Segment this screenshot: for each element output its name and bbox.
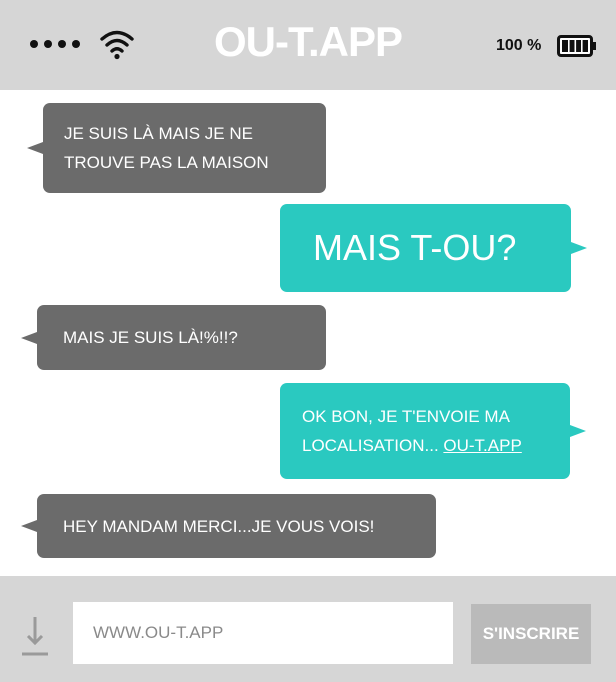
message-text: MAIS T-OU? (313, 227, 517, 268)
chat-area: JE SUIS LÀ MAIS JE NE TROUVE PAS LA MAIS… (0, 90, 616, 576)
message-text: OK BON, JE T'ENVOIE MA LOCALISATION... O… (302, 402, 522, 460)
signup-button[interactable]: S'INSCRIRE (471, 604, 591, 664)
battery-icon (557, 35, 596, 57)
url-input[interactable] (73, 602, 453, 664)
app-link[interactable]: OU-T.APP (443, 436, 521, 455)
message-bubble-sent: MAIS T-OU? (280, 204, 587, 292)
message-bubble-received: HEY MANDAM MERCI...JE VOUS VOIS! (21, 494, 436, 558)
message-text: JE SUIS LÀ MAIS JE NE TROUVE PAS LA MAIS… (64, 124, 269, 172)
status-bar: OU-T.APP 100 % (0, 0, 616, 90)
message-bubble-sent: OK BON, JE T'ENVOIE MA LOCALISATION... O… (280, 383, 586, 479)
download-icon[interactable] (20, 615, 50, 657)
message-text: HEY MANDAM MERCI...JE VOUS VOIS! (63, 516, 375, 536)
battery-percentage: 100 % (496, 37, 542, 54)
message-bubble-received: JE SUIS LÀ MAIS JE NE TROUVE PAS LA MAIS… (27, 103, 326, 193)
message-bubble-received: MAIS JE SUIS LÀ!%!!? (21, 305, 326, 370)
message-text: MAIS JE SUIS LÀ!%!!? (63, 328, 238, 347)
